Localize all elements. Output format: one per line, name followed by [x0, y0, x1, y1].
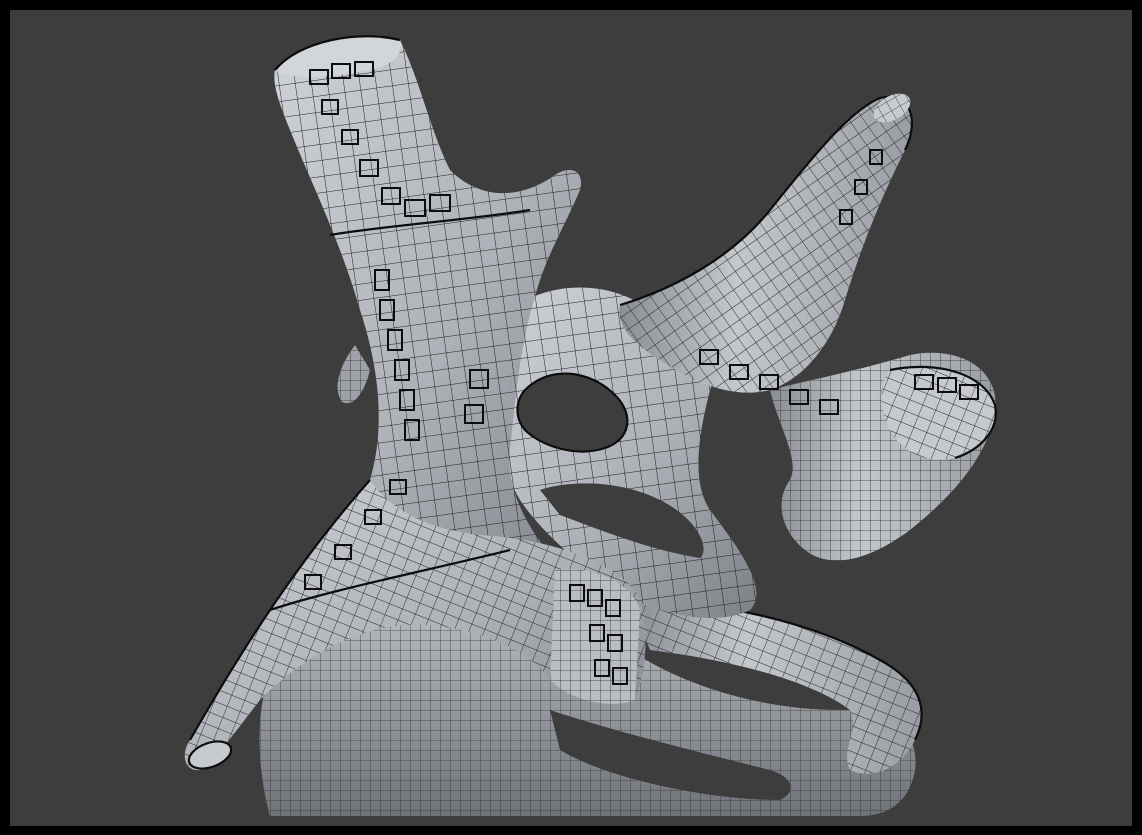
upper-right-arm: [619, 93, 913, 393]
3d-viewport[interactable]: [10, 10, 1132, 826]
mesh-render: [184, 35, 997, 816]
right-cylinder: [770, 352, 997, 561]
window-frame: [0, 0, 1142, 835]
